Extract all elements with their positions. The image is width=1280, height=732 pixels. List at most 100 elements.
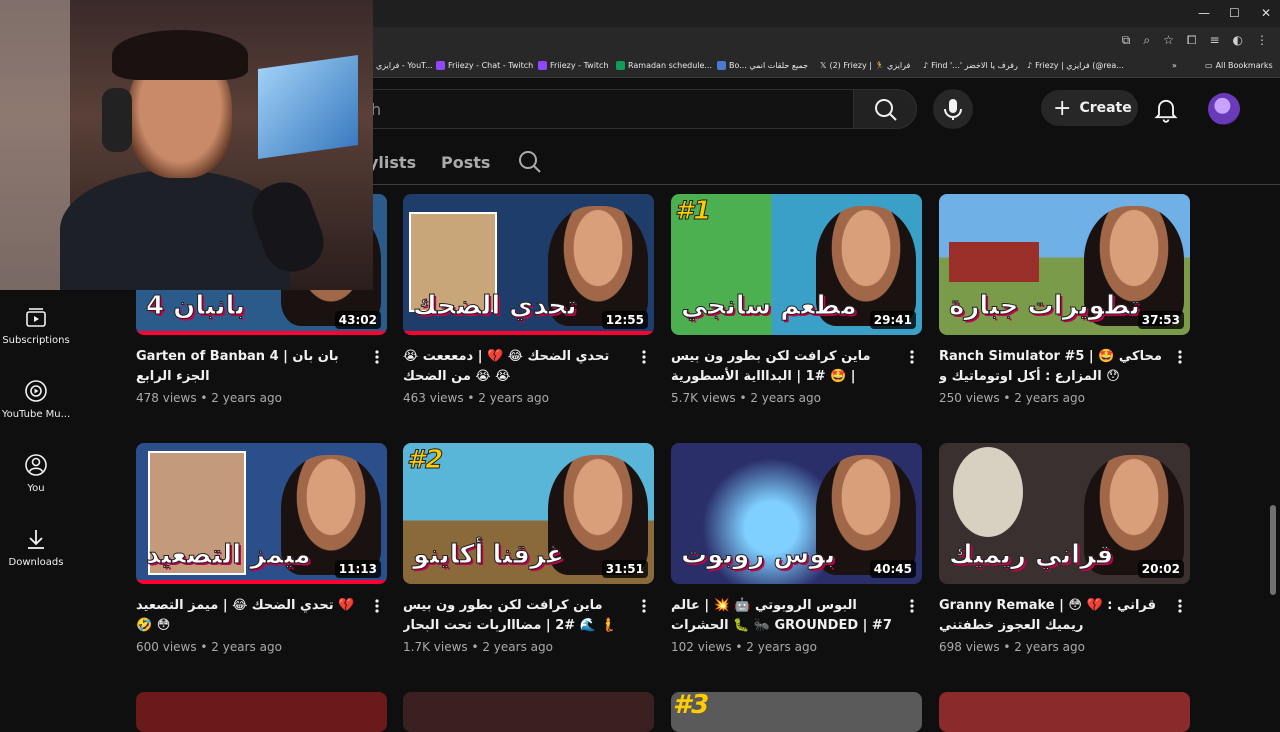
video-stats: 250 views • 2 years ago (939, 391, 1085, 405)
video-thumbnail-partial[interactable] (136, 692, 387, 732)
menu-icon[interactable]: ⋮ (1256, 33, 1268, 48)
thumbnail-text: غرقنا أكاينو (413, 540, 565, 571)
video-duration: 12:55 (601, 311, 648, 329)
bookmark-item[interactable]: ♪ Friezy | فرايزي (@rea... (1027, 61, 1124, 70)
video-stats: 478 views • 2 years ago (136, 391, 282, 405)
video-thumbnail[interactable]: قراني ريميك 20:02 (939, 443, 1190, 584)
video-card[interactable]: ميمز التصعيد 11:13 تحدي الضحك 😂 | ميمز ا… (136, 443, 387, 654)
sidebar-label: Subscriptions (2, 335, 70, 346)
headphones-icon (102, 88, 132, 152)
video-stats: 102 views • 2 years ago (671, 640, 817, 654)
search-button[interactable] (853, 89, 917, 129)
video-stats: 600 views • 2 years ago (136, 640, 282, 654)
page-scrollbar[interactable] (1270, 505, 1276, 595)
video-duration: 20:02 (1137, 560, 1184, 578)
minimize-button[interactable]: — (1198, 6, 1210, 20)
more-actions-icon[interactable] (1172, 349, 1188, 365)
account-avatar[interactable] (1208, 93, 1240, 125)
close-window-button[interactable]: ✕ (1261, 6, 1271, 20)
video-card[interactable]: بوس روبوت 40:45 البوس الروبوتي 🤖 💥 | عال… (671, 443, 922, 654)
sidebar-label: YouTube Mu... (1, 409, 71, 420)
thumbnail-text: قراني ريميك (948, 540, 1114, 571)
video-title[interactable]: البوس الروبوتي 🤖 💥 | عالم الحشرات 🐛 🐜 GR… (671, 596, 894, 636)
twitch-icon (538, 61, 547, 70)
bookmark-item[interactable]: Bo... جميع حلقات انمي (717, 61, 808, 70)
video-card[interactable]: قراني ريميك 20:02 Granny Remake | 😳 💔 : … (939, 443, 1190, 654)
zoom-icon[interactable]: ⌕ (1143, 33, 1150, 48)
tiktok-icon: ♪ (1027, 61, 1033, 70)
video-card[interactable]: #2 غرقنا أكاينو 31:51 ماين كرافت لكن بطو… (403, 443, 654, 654)
thumbnail-text: مطعم سانجي (681, 291, 858, 322)
extensions-icon[interactable]: ⧠ (1187, 33, 1197, 48)
wall-monitor (258, 54, 358, 160)
more-actions-icon[interactable] (636, 349, 652, 365)
video-stats: 1.7K views • 2 years ago (403, 640, 553, 654)
media-icon[interactable]: ≡ (1209, 33, 1219, 48)
maximize-button[interactable]: ☐ (1229, 6, 1240, 20)
video-thumbnail[interactable]: بوس روبوت 40:45 (671, 443, 922, 584)
folder-icon: ▭ (1205, 61, 1213, 70)
bookmark-item[interactable]: Ramadan schedule... (616, 61, 712, 70)
sidebar-item-subscriptions[interactable]: Subscriptions (0, 305, 72, 346)
video-title[interactable]: تحدي الضحك 😂 | ميمز التصعيد 💔 🤣 😳 (136, 596, 359, 636)
video-duration: 40:45 (869, 560, 916, 578)
video-title[interactable]: Granny Remake | 😳 💔 : قراني ريميك العجوز… (939, 596, 1162, 636)
tiktok-icon: ♪ (923, 61, 929, 70)
video-card[interactable]: تطويرات جبارة 37:53 Ranch Simulator #5 |… (939, 194, 1190, 405)
bookmark-star-icon[interactable]: ☆ (1163, 33, 1174, 48)
voice-search-button[interactable] (933, 89, 973, 129)
plus-icon: + (1053, 95, 1072, 121)
bookmark-item[interactable]: Friiezy - Twitch (538, 61, 609, 70)
all-bookmarks[interactable]: ▭ All Bookmarks (1205, 61, 1273, 70)
toolbar-icons: ⧉ ⌕ ☆ ⧠ ≡ ◐ ⋮ (1122, 33, 1268, 48)
video-stats: 5.7K views • 2 years ago (671, 391, 821, 405)
notifications-bell-icon[interactable] (1152, 95, 1180, 123)
thumbnail-text: ميمز التصعيد (146, 540, 312, 571)
video-title[interactable]: ماين كرافت لكن بطور ون بيس #1 | البداااي… (671, 347, 894, 387)
sidebar-label: You (27, 483, 45, 494)
sidebar-item-youtube-music[interactable]: YouTube Mu... (0, 379, 72, 420)
profile-icon[interactable]: ◐ (1233, 33, 1243, 48)
tab-playlists[interactable]: ylists (368, 153, 416, 172)
more-actions-icon[interactable] (636, 598, 652, 614)
sidebar-item-downloads[interactable]: Downloads (0, 527, 72, 568)
video-card[interactable]: تحدي الضحك 12:55 تحدي الضحك 😂 💔 | دمعععت… (403, 194, 654, 405)
video-title[interactable]: Ranch Simulator #5 | 🤩 محاكي 😯 المزارع :… (939, 347, 1162, 387)
video-thumbnail[interactable]: ميمز التصعيد 11:13 (136, 443, 387, 584)
thumbnail-text: تحدي الضحك (413, 291, 578, 322)
create-button[interactable]: + Create (1041, 90, 1138, 126)
video-card[interactable]: #1 مطعم سانجي 29:41 ماين كرافت لكن بطور … (671, 194, 922, 405)
bookmark-item[interactable]: 𝕏 (2) Friezy | 🏃 فرايزي (820, 61, 910, 70)
sheets-icon (616, 61, 625, 70)
video-title[interactable]: تحدي الضحك 😂 💔 | دمعععت 😭 😭 😭 من الضحك (403, 347, 626, 387)
subscriptions-icon (26, 308, 46, 327)
video-title[interactable]: Garten of Banban 4 | بان بان الجزء الراب… (136, 347, 359, 387)
tab-posts[interactable]: Posts (441, 153, 490, 172)
more-actions-icon[interactable] (904, 598, 920, 614)
video-thumbnail[interactable]: #1 مطعم سانجي 29:41 (671, 194, 922, 335)
more-actions-icon[interactable] (1172, 598, 1188, 614)
video-thumbnail-partial[interactable] (403, 692, 654, 732)
episode-tag: #3 (673, 692, 710, 720)
install-icon[interactable]: ⧉ (1122, 33, 1131, 48)
video-thumbnail[interactable]: تطويرات جبارة 37:53 (939, 194, 1190, 335)
video-thumbnail-partial[interactable] (939, 692, 1190, 732)
more-actions-icon[interactable] (904, 349, 920, 365)
video-stats: 698 views • 2 years ago (939, 640, 1085, 654)
bookmark-item[interactable]: فرايزي - YouT... (376, 61, 433, 70)
search-input[interactable]: h (300, 89, 854, 129)
bookmarks-overflow[interactable]: » (1172, 61, 1177, 70)
bookmark-item[interactable]: ♪ Find '...' رفرف يا الاخضر (923, 61, 1018, 70)
sidebar-item-you[interactable]: You (0, 453, 72, 494)
sidebar-label: Downloads (8, 557, 64, 568)
video-thumbnail-partial[interactable]: #3 (671, 692, 922, 732)
video-duration: 43:02 (334, 311, 381, 329)
more-actions-icon[interactable] (369, 598, 385, 614)
video-thumbnail[interactable]: #2 غرقنا أكاينو 31:51 (403, 443, 654, 584)
video-title[interactable]: ماين كرافت لكن بطور ون بيس #2 | مضاااربا… (403, 596, 626, 636)
channel-search-icon[interactable] (518, 150, 542, 174)
more-actions-icon[interactable] (369, 349, 385, 365)
thumbnail-granny (953, 447, 1023, 537)
bookmark-item[interactable]: Friiezy - Chat - Twitch (436, 61, 533, 70)
video-thumbnail[interactable]: تحدي الضحك 12:55 (403, 194, 654, 335)
